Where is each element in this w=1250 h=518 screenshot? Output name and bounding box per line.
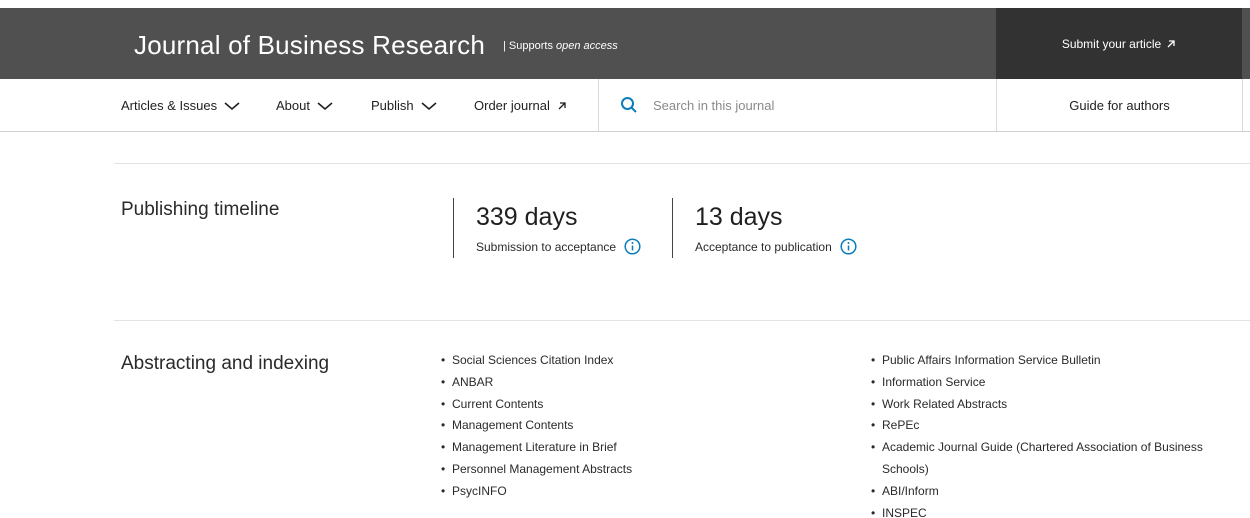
stat-label: Submission to acceptance [476, 239, 617, 254]
header-edge [1242, 8, 1250, 79]
list-item: Academic Journal Guide (Chartered Associ… [871, 437, 1241, 481]
supports-prefix: | Supports [503, 40, 556, 52]
list-item: Management Contents [441, 415, 841, 437]
list-item: Personnel Management Abstracts [441, 459, 841, 481]
list-item: Social Sciences Citation Index [441, 350, 841, 372]
indexing-list-column-1: Social Sciences Citation Index ANBAR Cur… [441, 350, 841, 503]
list-item: Work Related Abstracts [871, 394, 1241, 416]
abstracting-indexing-title: Abstracting and indexing [121, 353, 330, 374]
search-icon[interactable] [620, 96, 638, 114]
list-item: Current Contents [441, 394, 841, 416]
guide-for-authors-link[interactable]: Guide for authors [997, 79, 1242, 131]
stat-label: Acceptance to publication [695, 239, 832, 254]
timeline-stat: 339 days Submission to acceptance [453, 198, 641, 258]
list-item: PsycINFO [441, 481, 841, 503]
list-item: ABI/Inform [871, 481, 1241, 503]
arrow-up-right-icon [558, 101, 566, 109]
journal-search [598, 79, 996, 131]
chevron-down-icon [317, 101, 333, 110]
nav-item-label: Order journal [474, 98, 550, 113]
list-item: RePEc [871, 415, 1241, 437]
nav-about[interactable]: About [276, 98, 333, 113]
list-item: Management Literature in Brief [441, 437, 841, 459]
nav-item-label: About [276, 98, 310, 113]
nav-separator [1242, 79, 1243, 131]
nav-item-label: Articles & Issues [121, 98, 218, 113]
chevron-down-icon [224, 101, 240, 110]
nav-articles-issues[interactable]: Articles & Issues [121, 98, 240, 113]
journal-header: Journal of Business Research | Supports … [0, 8, 1250, 79]
list-item: ANBAR [441, 372, 841, 394]
arrow-up-right-icon [1167, 39, 1175, 47]
chevron-down-icon [421, 101, 437, 110]
journal-title[interactable]: Journal of Business Research [134, 30, 485, 61]
nav-item-label: Publish [371, 98, 414, 113]
stat-value: 13 days [695, 203, 783, 231]
stat-caption: Submission to acceptance [476, 238, 641, 255]
list-item: Information Service [871, 372, 1241, 394]
search-input[interactable] [653, 97, 953, 113]
nav-publish[interactable]: Publish [371, 98, 437, 113]
submit-article-button[interactable]: Submit your article [996, 8, 1242, 79]
indexing-list-column-2: Public Affairs Information Service Bulle… [871, 350, 1241, 518]
journal-nav: Articles & Issues About Publish Order jo… [0, 79, 1250, 132]
publishing-timeline-title: Publishing timeline [121, 199, 280, 220]
section-divider [114, 163, 1250, 164]
info-icon[interactable] [840, 238, 857, 255]
submit-article-label: Submit your article [1061, 36, 1162, 51]
nav-order-journal[interactable]: Order journal [474, 98, 567, 113]
section-divider [114, 320, 1250, 321]
timeline-stat: 13 days Acceptance to publication [672, 198, 857, 258]
list-item: INSPEC [871, 503, 1241, 518]
list-item: Public Affairs Information Service Bulle… [871, 350, 1241, 372]
info-icon[interactable] [624, 238, 641, 255]
supports-emphasis: open access [556, 40, 618, 52]
stat-caption: Acceptance to publication [695, 238, 857, 255]
open-access-note: | Supports open access [503, 40, 618, 52]
stat-value: 339 days [476, 203, 578, 231]
